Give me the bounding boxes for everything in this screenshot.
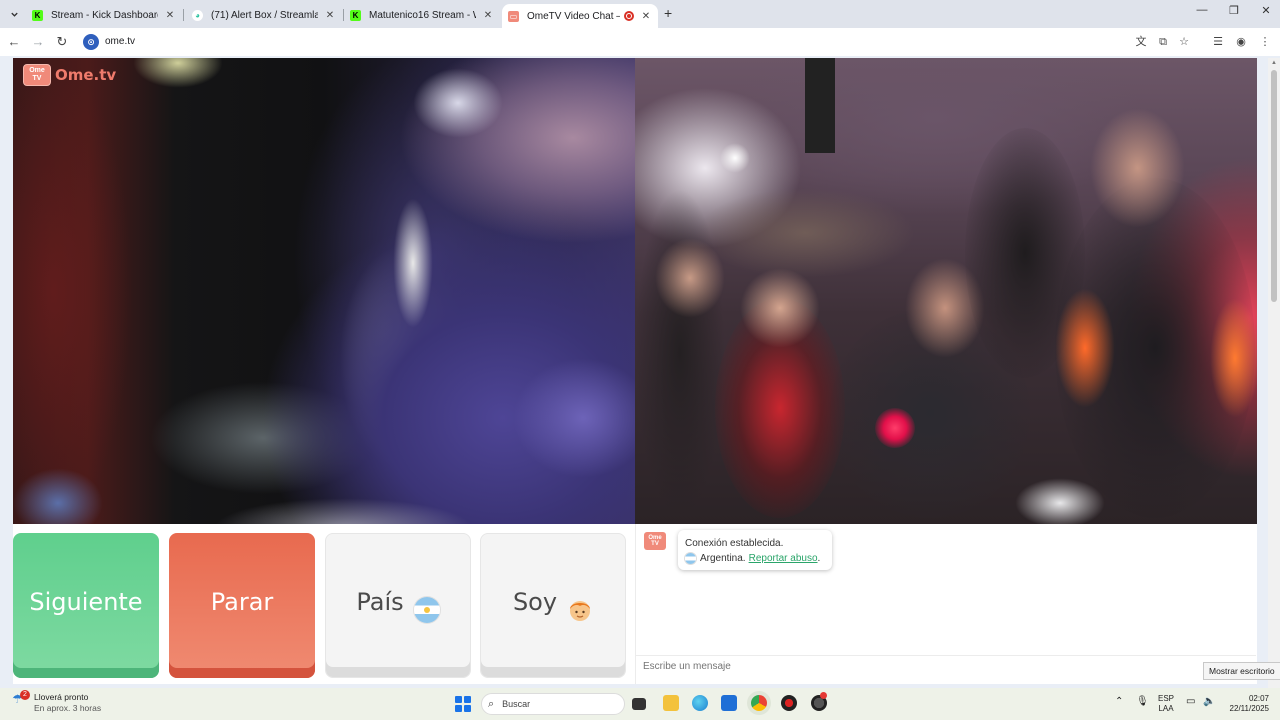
report-suffix: . [817,553,821,564]
translate-icon[interactable]: 文 [1133,34,1149,50]
task-view-icon[interactable] [632,698,646,710]
chrome-icon[interactable] [751,695,767,711]
ometv-logo-text: Ome.tv [55,66,117,84]
address-bar[interactable]: ⊙ ome.tv [80,31,1200,53]
search-icon: ⌕ [488,697,495,710]
tab-streamlabs[interactable]: ◕ (71) Alert Box / Streamlabs ✕ [186,4,342,26]
close-tab-icon[interactable]: ✕ [482,10,494,21]
lang-top: ESP [1158,694,1175,703]
ometv-page: Ome TV Ome.tv Siguiente Parar País Soy O… [13,58,1257,684]
stop-button[interactable]: Parar [169,533,315,678]
recording-icon [624,11,634,21]
kick-icon: K [32,9,43,21]
cast-icon[interactable]: ⧉ [1155,34,1171,50]
close-tab-icon[interactable]: ✕ [324,10,336,21]
windows-taskbar: ☂ 2 Lloverá pronto En aprox. 3 horas ⌕ B… [0,688,1280,720]
scroll-thumb[interactable] [1271,70,1277,302]
ometv-logo[interactable]: Ome TV Ome.tv [23,64,116,86]
browser-toolbar: ← → ↻ ⊙ ome.tv 文 ⧉ ☆ ☰ ◉ ⋮ [0,28,1280,56]
network-icon[interactable]: ▭ [1186,697,1195,707]
back-icon[interactable]: ← [6,34,22,50]
streamlabs-icon: ◕ [192,9,203,21]
ometv-chat-logo: Ome TV [644,532,666,550]
notification-badge: 2 [20,690,30,700]
profile-icon[interactable]: ◉ [1233,34,1249,50]
stop-button-label: Parar [210,587,274,616]
chat-panel: Ome TV Conexión establecida. Argentina. … [635,524,1257,684]
close-window-icon[interactable]: ✕ [1256,4,1276,22]
tab-search-dropdown[interactable] [6,6,22,22]
clock-time: 02:07 [1248,694,1269,703]
local-camera-video: Ome TV Ome.tv [13,58,635,524]
tab-title: Stream - Kick Dashboard [51,9,158,21]
reading-list-icon[interactable]: ☰ [1210,34,1226,50]
taskbar-search-placeholder: Buscar [502,699,531,709]
stranger-country: Argentina. [700,553,746,564]
scroll-up-icon[interactable]: ▲ [1270,60,1278,66]
tab-title: Matutenico16 Stream - Watch Li [369,9,476,21]
file-explorer-icon[interactable] [663,695,679,711]
tab-title: (71) Alert Box / Streamlabs [211,9,318,21]
forward-icon[interactable]: → [30,34,46,50]
lang-bottom: LAA [1158,704,1174,713]
chat-message-input[interactable] [636,655,1256,677]
edge-icon[interactable] [692,695,708,711]
obs-icon[interactable] [781,695,797,711]
page-scrollbar[interactable]: ▲ ▼ [1268,58,1280,688]
country-button-label: País [356,587,404,616]
next-button-label: Siguiente [29,587,143,616]
weather-subtitle: En aprox. 3 horas [34,703,102,713]
language-indicator[interactable]: ESP LAA [1158,694,1174,714]
store-icon[interactable] [721,695,737,711]
app-icon-with-badge[interactable] [811,692,827,711]
ometv-icon: ▭ [508,10,519,22]
taskbar-search[interactable]: ⌕ Buscar [481,693,625,715]
tab-title: OmeTV Video Chat — Ome [527,10,620,22]
minimize-icon[interactable]: — [1192,4,1212,22]
new-tab-button[interactable]: + [664,5,678,21]
boy-avatar-icon [567,597,593,623]
clock-date: 22/11/2025 [1229,704,1269,713]
menu-icon[interactable]: ⋮ [1257,34,1273,50]
next-button[interactable]: Siguiente [13,533,159,678]
show-desktop-tooltip: Mostrar escritorio [1203,662,1280,680]
close-tab-icon[interactable]: ✕ [164,10,176,21]
kick-icon: K [350,9,361,21]
ometv-logo-badge: Ome TV [23,64,51,86]
system-message: Conexión establecida. Argentina. Reporta… [678,530,832,570]
bookmark-star-icon[interactable]: ☆ [1176,34,1192,50]
microphone-icon[interactable]: 🎙 [1136,697,1149,707]
gender-button-label: Soy [512,587,558,616]
chevron-down-icon [10,12,18,17]
connected-text: Conexión establecida. [685,538,784,549]
volume-icon[interactable]: 🔈 [1203,697,1215,707]
tab-strip: K Stream - Kick Dashboard ✕ ◕ (71) Alert… [0,0,1280,28]
rain-cloud-icon: ☂ 2 [12,690,30,708]
clock[interactable]: 02:07 22/11/2025 [1227,694,1269,714]
red-notification-dot [820,692,827,699]
tab-ometv[interactable]: ▭ OmeTV Video Chat — Ome ✕ [502,4,658,28]
weather-title: Lloverá pronto [34,692,89,702]
stranger-video [635,58,1257,524]
country-filter-button[interactable]: País [325,533,471,678]
reload-icon[interactable]: ↻ [54,34,70,50]
site-info-icon[interactable]: ⊙ [83,34,99,50]
url-text[interactable]: ome.tv [105,36,135,47]
argentina-flag-icon [685,553,696,564]
tab-matutenico-stream[interactable]: K Matutenico16 Stream - Watch Li ✕ [344,4,500,26]
restore-icon[interactable]: ❐ [1224,4,1244,22]
close-tab-icon[interactable]: ✕ [640,11,652,22]
argentina-flag-icon [413,596,440,623]
tab-kick-dashboard[interactable]: K Stream - Kick Dashboard ✕ [26,4,182,26]
weather-widget[interactable]: ☂ 2 Lloverá pronto En aprox. 3 horas [12,690,102,714]
report-abuse-link[interactable]: Reportar abuso [749,551,818,566]
show-hidden-icons[interactable]: ⌃ [1115,697,1123,707]
gender-button[interactable]: Soy [480,533,626,678]
windows-start-icon[interactable] [455,696,471,712]
